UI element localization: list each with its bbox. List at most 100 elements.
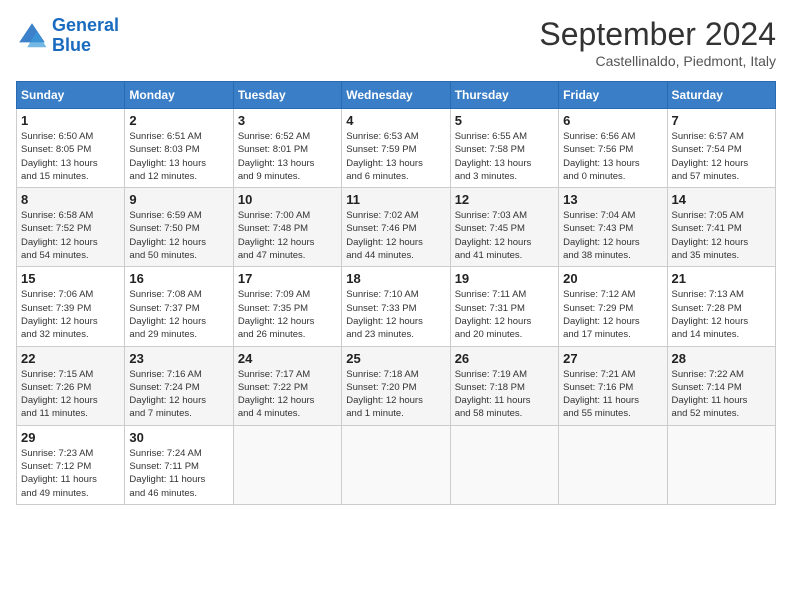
day-number: 17	[238, 271, 337, 286]
day-info: Sunrise: 7:17 AMSunset: 7:22 PMDaylight:…	[238, 368, 337, 421]
calendar-week-row: 29Sunrise: 7:23 AMSunset: 7:12 PMDayligh…	[17, 425, 776, 504]
day-number: 21	[672, 271, 771, 286]
calendar-table: SundayMondayTuesdayWednesdayThursdayFrid…	[16, 81, 776, 505]
header-row: SundayMondayTuesdayWednesdayThursdayFrid…	[17, 82, 776, 109]
calendar-cell: 17Sunrise: 7:09 AMSunset: 7:35 PMDayligh…	[233, 267, 341, 346]
day-number: 5	[455, 113, 554, 128]
logo-icon	[16, 20, 48, 52]
header-day: Saturday	[667, 82, 775, 109]
day-number: 8	[21, 192, 120, 207]
day-info: Sunrise: 7:03 AMSunset: 7:45 PMDaylight:…	[455, 209, 554, 262]
calendar-cell: 25Sunrise: 7:18 AMSunset: 7:20 PMDayligh…	[342, 346, 450, 425]
calendar-cell: 19 Sunrise: 7:11 AMSunset: 7:31 PMDayligh…	[450, 267, 558, 346]
calendar-cell: 4Sunrise: 6:53 AMSunset: 7:59 PMDaylight…	[342, 109, 450, 188]
day-info: Sunrise: 7:22 AMSunset: 7:14 PMDaylight:…	[672, 368, 771, 421]
day-info: Sunrise: 7:11 AMSunset: 7:31 PMDaylight:…	[455, 288, 554, 341]
calendar-week-row: 15 Sunrise: 7:06 AMSunset: 7:39 PMDayligh…	[17, 267, 776, 346]
calendar-cell	[342, 425, 450, 504]
title-area: September 2024 Castellinaldo, Piedmont, …	[539, 16, 776, 69]
header-day: Friday	[559, 82, 667, 109]
day-number: 28	[672, 351, 771, 366]
calendar-cell: 26Sunrise: 7:19 AMSunset: 7:18 PMDayligh…	[450, 346, 558, 425]
day-info: Sunrise: 6:50 AMSunset: 8:05 PMDaylight:…	[21, 130, 120, 183]
day-number: 15	[21, 271, 120, 286]
day-info: Sunrise: 6:59 AMSunset: 7:50 PMDaylight:…	[129, 209, 228, 262]
day-number: 20	[563, 271, 662, 286]
day-info: Sunrise: 6:52 AMSunset: 8:01 PMDaylight:…	[238, 130, 337, 183]
day-number: 9	[129, 192, 228, 207]
day-number: 24	[238, 351, 337, 366]
logo-line1: General	[52, 15, 119, 35]
calendar-cell: 10 Sunrise: 7:00 AMSunset: 7:48 PMDayligh…	[233, 188, 341, 267]
day-number: 30	[129, 430, 228, 445]
day-number: 26	[455, 351, 554, 366]
calendar-cell: 18Sunrise: 7:10 AMSunset: 7:33 PMDayligh…	[342, 267, 450, 346]
subtitle: Castellinaldo, Piedmont, Italy	[539, 53, 776, 69]
day-info: Sunrise: 7:08 AMSunset: 7:37 PMDaylight:…	[129, 288, 228, 341]
month-title: September 2024	[539, 16, 776, 53]
day-number: 19	[455, 271, 554, 286]
day-info: Sunrise: 7:15 AMSunset: 7:26 PMDaylight:…	[21, 368, 120, 421]
header-day: Wednesday	[342, 82, 450, 109]
calendar-cell	[450, 425, 558, 504]
calendar-cell: 5Sunrise: 6:55 AMSunset: 7:58 PMDaylight…	[450, 109, 558, 188]
calendar-cell: 2 Sunrise: 6:51 AMSunset: 8:03 PMDaylight…	[125, 109, 233, 188]
day-info: Sunrise: 7:05 AMSunset: 7:41 PMDaylight:…	[672, 209, 771, 262]
day-number: 27	[563, 351, 662, 366]
header-day: Tuesday	[233, 82, 341, 109]
day-info: Sunrise: 7:06 AMSunset: 7:39 PMDaylight:…	[21, 288, 120, 341]
day-number: 11	[346, 192, 445, 207]
calendar-cell: 8 Sunrise: 6:58 AMSunset: 7:52 PMDaylight…	[17, 188, 125, 267]
calendar-cell: 20 Sunrise: 7:12 AMSunset: 7:29 PMDayligh…	[559, 267, 667, 346]
calendar-cell: 21Sunrise: 7:13 AMSunset: 7:28 PMDayligh…	[667, 267, 775, 346]
day-number: 7	[672, 113, 771, 128]
calendar-cell: 29Sunrise: 7:23 AMSunset: 7:12 PMDayligh…	[17, 425, 125, 504]
day-info: Sunrise: 7:00 AMSunset: 7:48 PMDaylight:…	[238, 209, 337, 262]
calendar-cell	[559, 425, 667, 504]
day-info: Sunrise: 6:57 AMSunset: 7:54 PMDaylight:…	[672, 130, 771, 183]
day-info: Sunrise: 7:21 AMSunset: 7:16 PMDaylight:…	[563, 368, 662, 421]
calendar-cell: 30 Sunrise: 7:24 AMSunset: 7:11 PMDayligh…	[125, 425, 233, 504]
calendar-cell: 11Sunrise: 7:02 AMSunset: 7:46 PMDayligh…	[342, 188, 450, 267]
logo-text: General Blue	[52, 16, 119, 56]
day-number: 10	[238, 192, 337, 207]
day-info: Sunrise: 7:16 AMSunset: 7:24 PMDaylight:…	[129, 368, 228, 421]
day-info: Sunrise: 6:53 AMSunset: 7:59 PMDaylight:…	[346, 130, 445, 183]
day-info: Sunrise: 6:58 AMSunset: 7:52 PMDaylight:…	[21, 209, 120, 262]
calendar-header: SundayMondayTuesdayWednesdayThursdayFrid…	[17, 82, 776, 109]
day-info: Sunrise: 7:04 AMSunset: 7:43 PMDaylight:…	[563, 209, 662, 262]
header-day: Monday	[125, 82, 233, 109]
header-day: Sunday	[17, 82, 125, 109]
calendar-cell	[667, 425, 775, 504]
day-number: 1	[21, 113, 120, 128]
calendar-week-row: 1 Sunrise: 6:50 AMSunset: 8:05 PMDaylight…	[17, 109, 776, 188]
calendar-cell: 15 Sunrise: 7:06 AMSunset: 7:39 PMDayligh…	[17, 267, 125, 346]
day-number: 6	[563, 113, 662, 128]
day-number: 14	[672, 192, 771, 207]
calendar-cell: 7 Sunrise: 6:57 AMSunset: 7:54 PMDaylight…	[667, 109, 775, 188]
day-number: 13	[563, 192, 662, 207]
calendar-cell: 28 Sunrise: 7:22 AMSunset: 7:14 PMDayligh…	[667, 346, 775, 425]
calendar-cell: 27 Sunrise: 7:21 AMSunset: 7:16 PMDayligh…	[559, 346, 667, 425]
day-number: 22	[21, 351, 120, 366]
day-info: Sunrise: 7:24 AMSunset: 7:11 PMDaylight:…	[129, 447, 228, 500]
calendar-cell: 16 Sunrise: 7:08 AMSunset: 7:37 PMDayligh…	[125, 267, 233, 346]
calendar-cell: 24 Sunrise: 7:17 AMSunset: 7:22 PMDayligh…	[233, 346, 341, 425]
logo-line2: Blue	[52, 35, 91, 55]
header: General Blue September 2024 Castellinald…	[16, 16, 776, 69]
day-info: Sunrise: 7:12 AMSunset: 7:29 PMDaylight:…	[563, 288, 662, 341]
calendar-cell	[233, 425, 341, 504]
day-number: 2	[129, 113, 228, 128]
calendar-cell: 23Sunrise: 7:16 AMSunset: 7:24 PMDayligh…	[125, 346, 233, 425]
day-info: Sunrise: 6:51 AMSunset: 8:03 PMDaylight:…	[129, 130, 228, 183]
calendar-cell: 22 Sunrise: 7:15 AMSunset: 7:26 PMDayligh…	[17, 346, 125, 425]
header-day: Thursday	[450, 82, 558, 109]
day-number: 18	[346, 271, 445, 286]
logo: General Blue	[16, 16, 119, 56]
calendar-cell: 3 Sunrise: 6:52 AMSunset: 8:01 PMDaylight…	[233, 109, 341, 188]
calendar-week-row: 22 Sunrise: 7:15 AMSunset: 7:26 PMDayligh…	[17, 346, 776, 425]
day-info: Sunrise: 7:23 AMSunset: 7:12 PMDaylight:…	[21, 447, 120, 500]
calendar-cell: 9 Sunrise: 6:59 AMSunset: 7:50 PMDaylight…	[125, 188, 233, 267]
day-number: 3	[238, 113, 337, 128]
day-number: 16	[129, 271, 228, 286]
